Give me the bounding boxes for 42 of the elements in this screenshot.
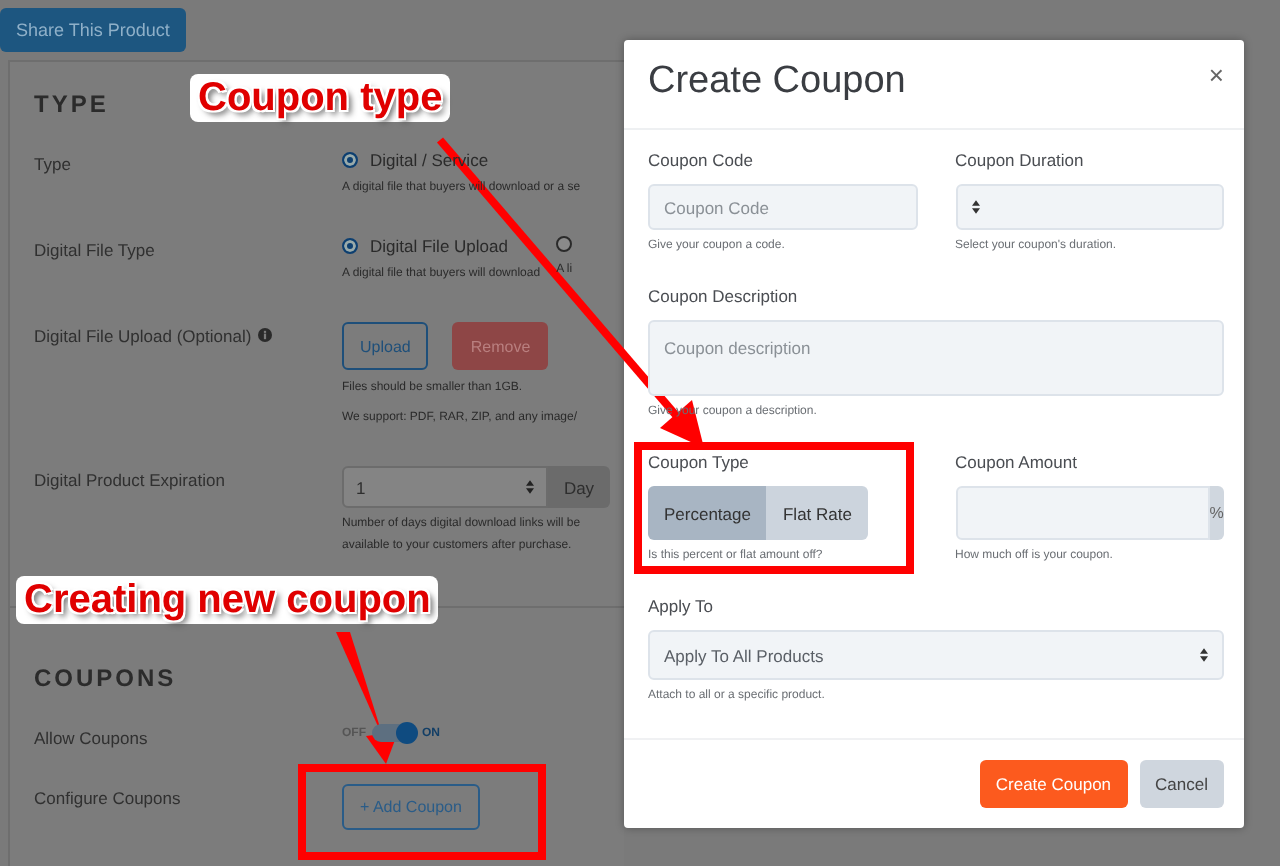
callout-text: Coupon type <box>190 74 451 122</box>
arrow <box>336 632 398 764</box>
field-label: Coupon Duration <box>955 150 1086 170</box>
spinner-icon <box>1200 648 1208 662</box>
close-button[interactable]: × <box>1208 60 1224 90</box>
unit-addon: Day <box>548 466 610 508</box>
radio-button[interactable] <box>556 236 573 252</box>
field-label: Digital Product Expiration <box>34 470 225 490</box>
cancel-button[interactable]: Cancel <box>1139 760 1224 808</box>
coupon-code-field[interactable]: Coupon Code <box>648 184 917 230</box>
section-heading: TYPE <box>34 90 109 118</box>
select-field[interactable] <box>955 184 1224 230</box>
spinner-icon <box>971 200 979 214</box>
field-label: Coupon Type <box>648 452 751 472</box>
description-field[interactable]: Coupon description <box>648 320 1224 396</box>
field-label: Digital File Type <box>34 240 155 260</box>
radio-button[interactable] <box>342 238 358 254</box>
select-field[interactable]: Apply To All Products <box>648 630 1224 680</box>
create-coupon-button[interactable]: Create Coupon <box>979 760 1128 808</box>
field-label: Apply To <box>648 596 715 616</box>
field-label: Digital File Upload (Optional) <box>34 326 252 346</box>
field-label: Coupon Code <box>648 150 755 170</box>
radio-label: Digital File Upload <box>370 236 508 256</box>
spinner-icon <box>526 480 534 494</box>
field-label: Coupon Description <box>648 286 800 306</box>
radio-button[interactable] <box>342 152 358 168</box>
dialog-title: Create Coupon <box>648 60 906 104</box>
segment-button[interactable]: Percentage <box>648 486 767 540</box>
toggle-switch[interactable] <box>372 724 416 742</box>
share-product-button[interactable]: Share This Product <box>0 8 186 52</box>
callout-text: Creating new coupon <box>16 576 439 624</box>
field-label: Configure Coupons <box>34 788 181 808</box>
upload-button[interactable]: Upload <box>342 322 429 370</box>
info-icon <box>257 328 272 342</box>
amount-field[interactable] <box>955 486 1209 540</box>
field-label: Coupon Amount <box>955 452 1079 472</box>
field-label: Allow Coupons <box>34 728 148 748</box>
segment-button[interactable]: Flat Rate <box>766 486 868 540</box>
number-field[interactable]: 1 <box>342 466 548 508</box>
remove-button[interactable]: Remove <box>452 322 549 370</box>
field-label: Type <box>34 154 71 174</box>
section-heading: COUPONS <box>34 664 177 692</box>
